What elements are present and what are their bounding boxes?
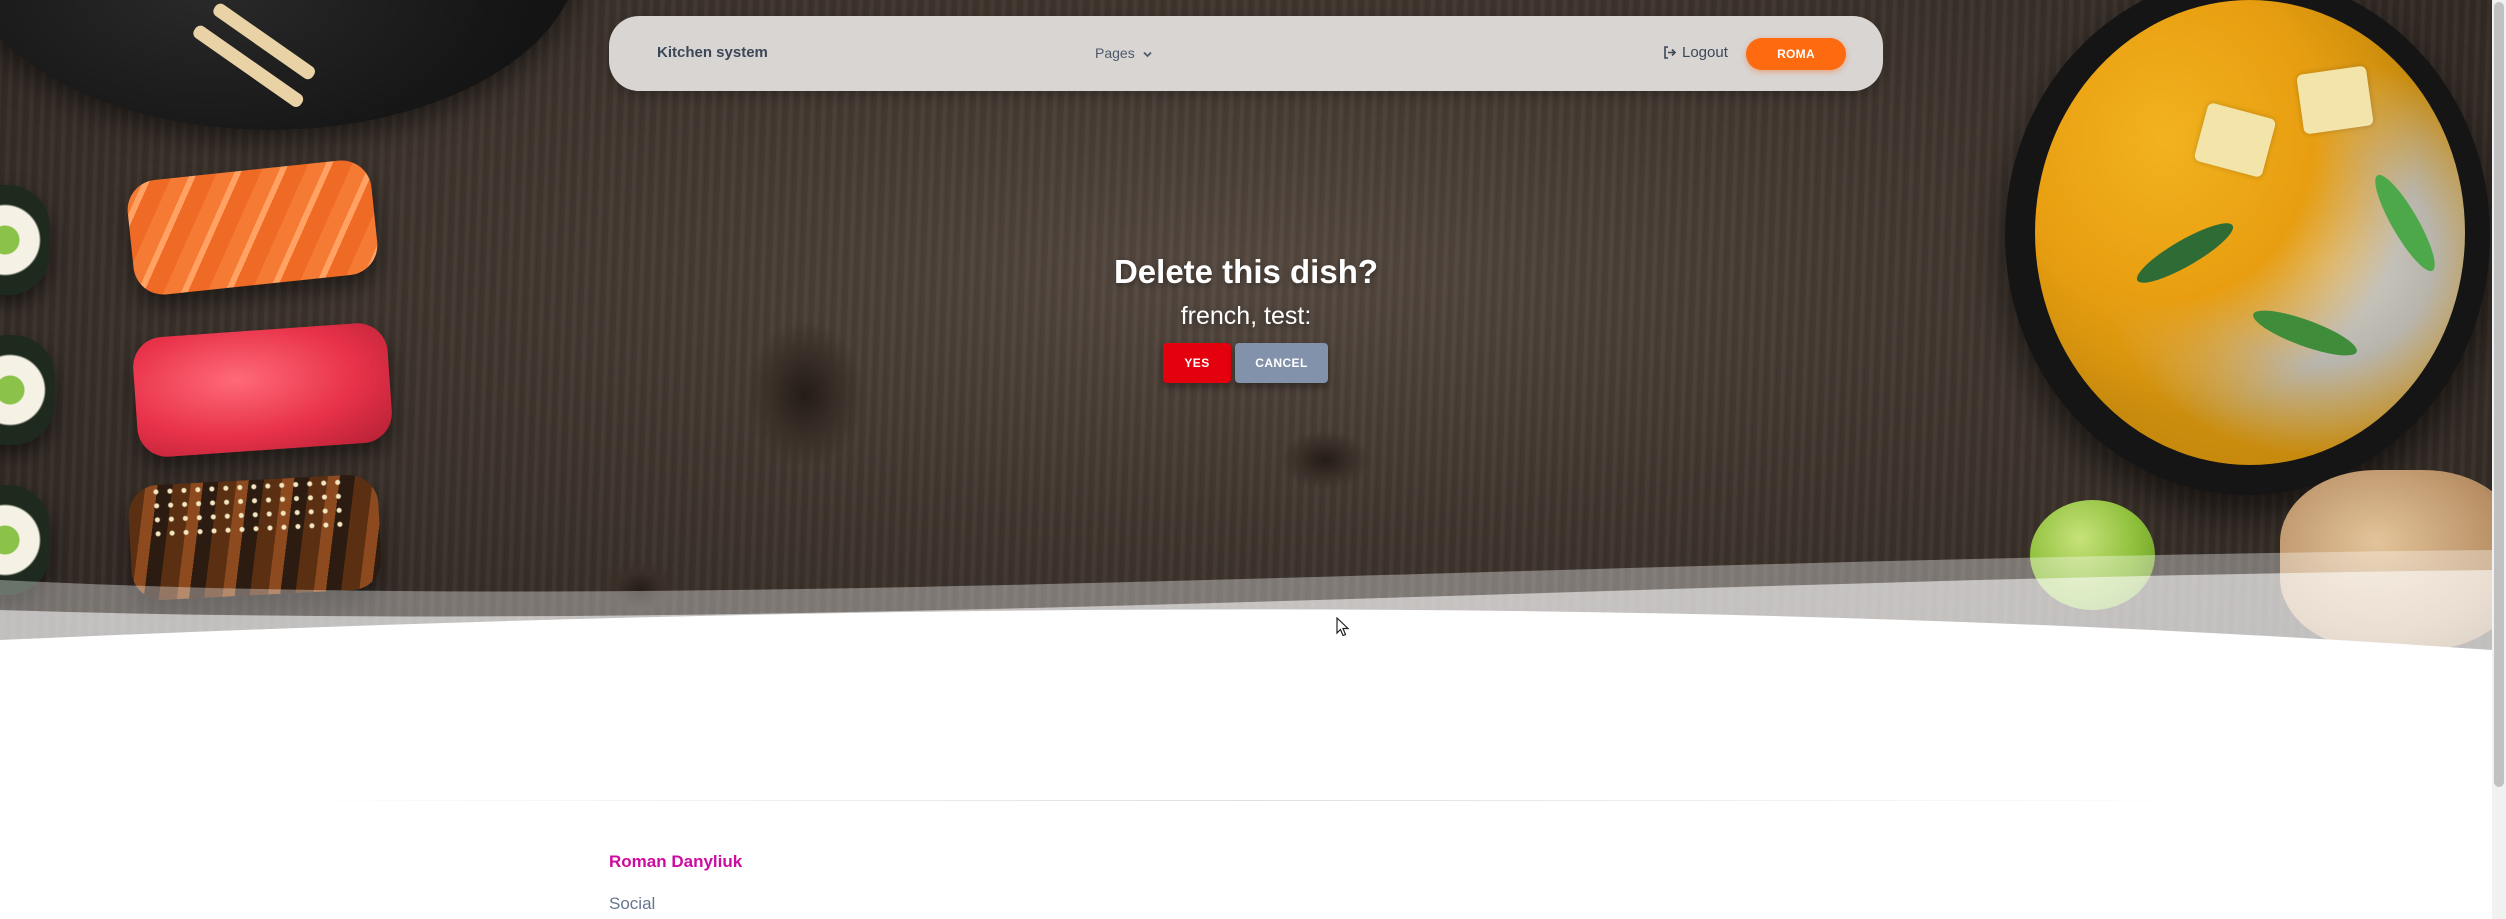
footer-divider bbox=[260, 800, 2230, 801]
user-button[interactable]: ROMA bbox=[1746, 38, 1846, 70]
hero-wave-divider bbox=[0, 550, 2492, 680]
yes-button[interactable]: YES bbox=[1163, 343, 1231, 383]
maki-roll-image bbox=[0, 335, 55, 445]
logout-link[interactable]: Logout bbox=[1663, 44, 1728, 61]
social-heading: Social bbox=[609, 894, 656, 913]
dish-name: french, test: bbox=[1180, 302, 1312, 330]
delete-question-heading: Delete this dish? bbox=[1113, 253, 1379, 290]
brand-link[interactable]: Kitchen system bbox=[657, 44, 768, 61]
logout-label: Logout bbox=[1682, 44, 1728, 61]
scrollbar-thumb[interactable] bbox=[2494, 2, 2504, 787]
author-link[interactable]: Roman Danyliuk bbox=[609, 852, 742, 872]
wood-knot bbox=[745, 320, 865, 470]
hero-background bbox=[0, 0, 2492, 680]
tofu-piece bbox=[2296, 65, 2374, 135]
wood-knot bbox=[1280, 430, 1370, 490]
tuna-nigiri-image bbox=[131, 321, 394, 459]
pages-dropdown[interactable]: Pages bbox=[1095, 45, 1152, 61]
sesame-seeds bbox=[148, 474, 352, 546]
cancel-button[interactable]: CANCEL bbox=[1235, 343, 1328, 383]
mouse-cursor-icon bbox=[1336, 617, 1350, 637]
chevron-down-icon bbox=[1142, 51, 1152, 58]
navbar: Kitchen system Pages Logout ROMA bbox=[609, 16, 1883, 91]
pages-dropdown-label: Pages bbox=[1095, 45, 1135, 61]
sign-out-icon bbox=[1664, 46, 1677, 59]
